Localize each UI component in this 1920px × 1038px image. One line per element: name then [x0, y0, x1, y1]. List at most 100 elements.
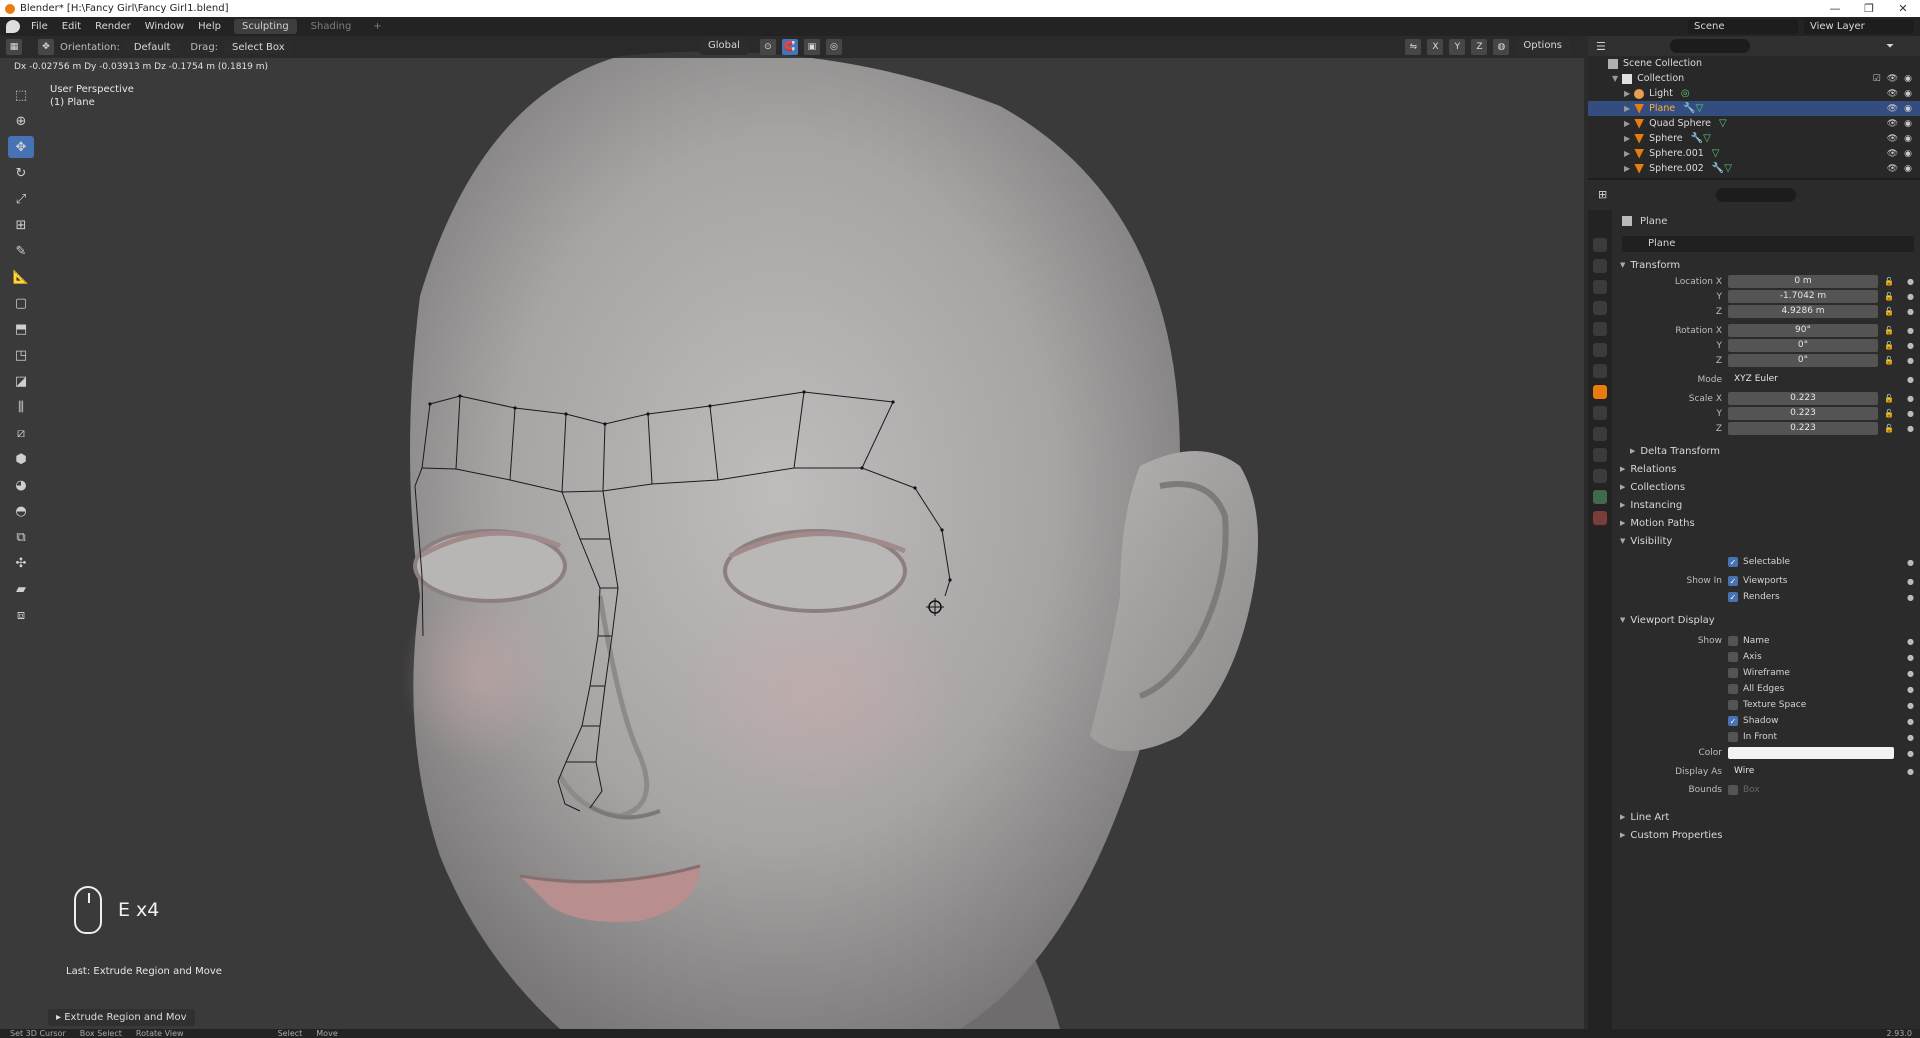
scale-x-field[interactable]: 0.223: [1728, 392, 1878, 405]
editor-type-icon[interactable]: ▦: [6, 39, 22, 55]
eye-icon[interactable]: 👁: [1887, 74, 1898, 84]
keyframe-dot-icon[interactable]: ●: [1907, 637, 1914, 646]
menu-help[interactable]: Help: [191, 21, 228, 32]
transform-orientation-dropdown[interactable]: Global: [700, 39, 748, 55]
collections-panel-header[interactable]: ▶ Collections: [1616, 478, 1920, 496]
filter-icon[interactable]: ⏷: [1886, 41, 1894, 52]
axis-x-toggle[interactable]: X: [1427, 39, 1444, 55]
keyframe-dot-icon[interactable]: ●: [1907, 394, 1914, 403]
camera-icon[interactable]: ◉: [1904, 134, 1912, 144]
eye-icon[interactable]: 👁: [1887, 149, 1898, 159]
delta-transform-panel-header[interactable]: ▶ Delta Transform: [1616, 442, 1920, 460]
orientation-dropdown[interactable]: Default: [125, 40, 179, 54]
keyframe-dot-icon[interactable]: ●: [1907, 277, 1914, 286]
camera-icon[interactable]: ◉: [1904, 89, 1912, 99]
display-as-dropdown[interactable]: Wire: [1728, 765, 1894, 778]
scale-tool-icon[interactable]: ⤢: [8, 188, 34, 210]
add-workspace-button[interactable]: +: [365, 19, 389, 34]
keyframe-dot-icon[interactable]: ●: [1907, 424, 1914, 433]
show-all-edges-checkbox[interactable]: [1728, 684, 1738, 694]
custom-properties-panel-header[interactable]: ▶ Custom Properties: [1616, 826, 1920, 844]
expand-icon[interactable]: ▶: [1624, 89, 1630, 98]
eye-icon[interactable]: 👁: [1887, 89, 1898, 99]
particles-tab-icon[interactable]: [1593, 427, 1607, 441]
relations-panel-header[interactable]: ▶ Relations: [1616, 460, 1920, 478]
expand-icon[interactable]: ▶: [1624, 104, 1630, 113]
rotation-y-field[interactable]: 0°: [1728, 339, 1878, 352]
maximize-button[interactable]: ❐: [1852, 0, 1886, 17]
line-art-panel-header[interactable]: ▶ Line Art: [1616, 808, 1920, 826]
shrink-fatten-tool-icon[interactable]: ✣: [8, 552, 34, 574]
rotate-tool-icon[interactable]: ↻: [8, 162, 34, 184]
renders-checkbox[interactable]: ✓: [1728, 592, 1738, 602]
overlay-icon[interactable]: ◍: [1493, 39, 1510, 55]
visibility-panel-header[interactable]: ▼ Visibility: [1616, 532, 1920, 550]
axis-z-toggle[interactable]: Z: [1471, 39, 1488, 55]
collection-expand-icon[interactable]: ▼: [1612, 74, 1618, 83]
location-x-field[interactable]: 0 m: [1728, 275, 1878, 288]
rotation-mode-dropdown[interactable]: XYZ Euler: [1728, 373, 1878, 386]
pivot-point-icon[interactable]: ⊙: [759, 39, 776, 55]
lock-icon[interactable]: 🔓: [1884, 424, 1894, 433]
camera-icon[interactable]: ◉: [1904, 149, 1912, 159]
view-layer-selector[interactable]: View Layer: [1804, 19, 1914, 34]
loop-cut-tool-icon[interactable]: ⫼: [8, 396, 34, 418]
3d-viewport[interactable]: ▦ ✥ Orientation: Default Drag: Select Bo…: [0, 36, 1584, 1029]
show-texture-space-checkbox[interactable]: [1728, 700, 1738, 710]
expand-icon[interactable]: ▶: [1624, 164, 1630, 173]
show-axis-checkbox[interactable]: [1728, 652, 1738, 662]
lock-icon[interactable]: 🔓: [1884, 409, 1894, 418]
lock-icon[interactable]: 🔓: [1884, 341, 1894, 350]
bounds-type-dropdown[interactable]: Box: [1743, 785, 1893, 795]
modifier-icon[interactable]: 🔧▽: [1712, 163, 1732, 174]
minimize-button[interactable]: —: [1818, 0, 1852, 17]
mesh-data-icon[interactable]: ▽: [1712, 148, 1720, 159]
modifier-icon[interactable]: 🔧▽: [1683, 103, 1703, 114]
camera-icon[interactable]: ◉: [1904, 104, 1912, 114]
expand-icon[interactable]: ▶: [1624, 149, 1630, 158]
mirror-icon[interactable]: ⇋: [1405, 39, 1422, 55]
lock-icon[interactable]: 🔓: [1884, 394, 1894, 403]
selectable-checkbox[interactable]: ✓: [1728, 557, 1738, 567]
outliner-item-sphere-001[interactable]: ▶ Sphere.001 ▽ 👁 ◉: [1588, 146, 1920, 161]
tool-tab-icon[interactable]: [1593, 238, 1607, 252]
spin-tool-icon[interactable]: ◕: [8, 474, 34, 496]
object-name-field[interactable]: Plane: [1622, 236, 1914, 252]
world-tab-icon[interactable]: [1593, 343, 1607, 357]
eye-icon[interactable]: 👁: [1887, 104, 1898, 114]
outliner-item-light[interactable]: ▶ Light ◎ 👁 ◉: [1588, 86, 1920, 101]
rotation-z-field[interactable]: 0°: [1728, 354, 1878, 367]
location-z-field[interactable]: 4.9286 m: [1728, 305, 1878, 318]
outliner-item-quad-sphere[interactable]: ▶ Quad Sphere ▽ 👁 ◉: [1588, 116, 1920, 131]
menu-window[interactable]: Window: [138, 21, 191, 32]
poly-build-tool-icon[interactable]: ⬢: [8, 448, 34, 470]
shear-tool-icon[interactable]: ▰: [8, 578, 34, 600]
keyframe-dot-icon[interactable]: ●: [1907, 292, 1914, 301]
scene-tab-icon[interactable]: [1593, 322, 1607, 336]
motion-paths-panel-header[interactable]: ▶ Motion Paths: [1616, 514, 1920, 532]
extrude-tool-icon[interactable]: ⬒: [8, 318, 34, 340]
keyframe-dot-icon[interactable]: ●: [1907, 669, 1914, 678]
physics-tab-icon[interactable]: [1593, 448, 1607, 462]
mesh-data-icon[interactable]: ▽: [1719, 118, 1727, 129]
workspace-tab-sculpting[interactable]: Sculpting: [233, 19, 297, 34]
snap-target-icon[interactable]: ▣: [803, 39, 820, 55]
object-color-swatch[interactable]: [1728, 747, 1894, 759]
keyframe-dot-icon[interactable]: ●: [1907, 767, 1914, 776]
move-tool-icon[interactable]: ✥: [8, 136, 34, 158]
keyframe-dot-icon[interactable]: ●: [1907, 749, 1914, 758]
drag-dropdown[interactable]: Select Box: [224, 40, 293, 54]
scale-z-field[interactable]: 0.223: [1728, 422, 1878, 435]
outliner-search-input[interactable]: [1669, 39, 1750, 53]
properties-editor-icon[interactable]: ⊞: [1598, 188, 1607, 201]
inset-tool-icon[interactable]: ◳: [8, 344, 34, 366]
keyframe-dot-icon[interactable]: ●: [1907, 341, 1914, 350]
transform-gizmo-icon[interactable]: ✥: [38, 39, 54, 55]
eye-icon[interactable]: 👁: [1887, 134, 1898, 144]
menu-file[interactable]: File: [24, 21, 55, 32]
scene-collection-row[interactable]: Scene Collection: [1588, 56, 1920, 71]
keyframe-dot-icon[interactable]: ●: [1907, 558, 1914, 567]
show-shadow-checkbox[interactable]: ✓: [1728, 716, 1738, 726]
cursor-tool-icon[interactable]: ⊕: [8, 110, 34, 132]
expand-icon[interactable]: ▶: [1624, 119, 1630, 128]
